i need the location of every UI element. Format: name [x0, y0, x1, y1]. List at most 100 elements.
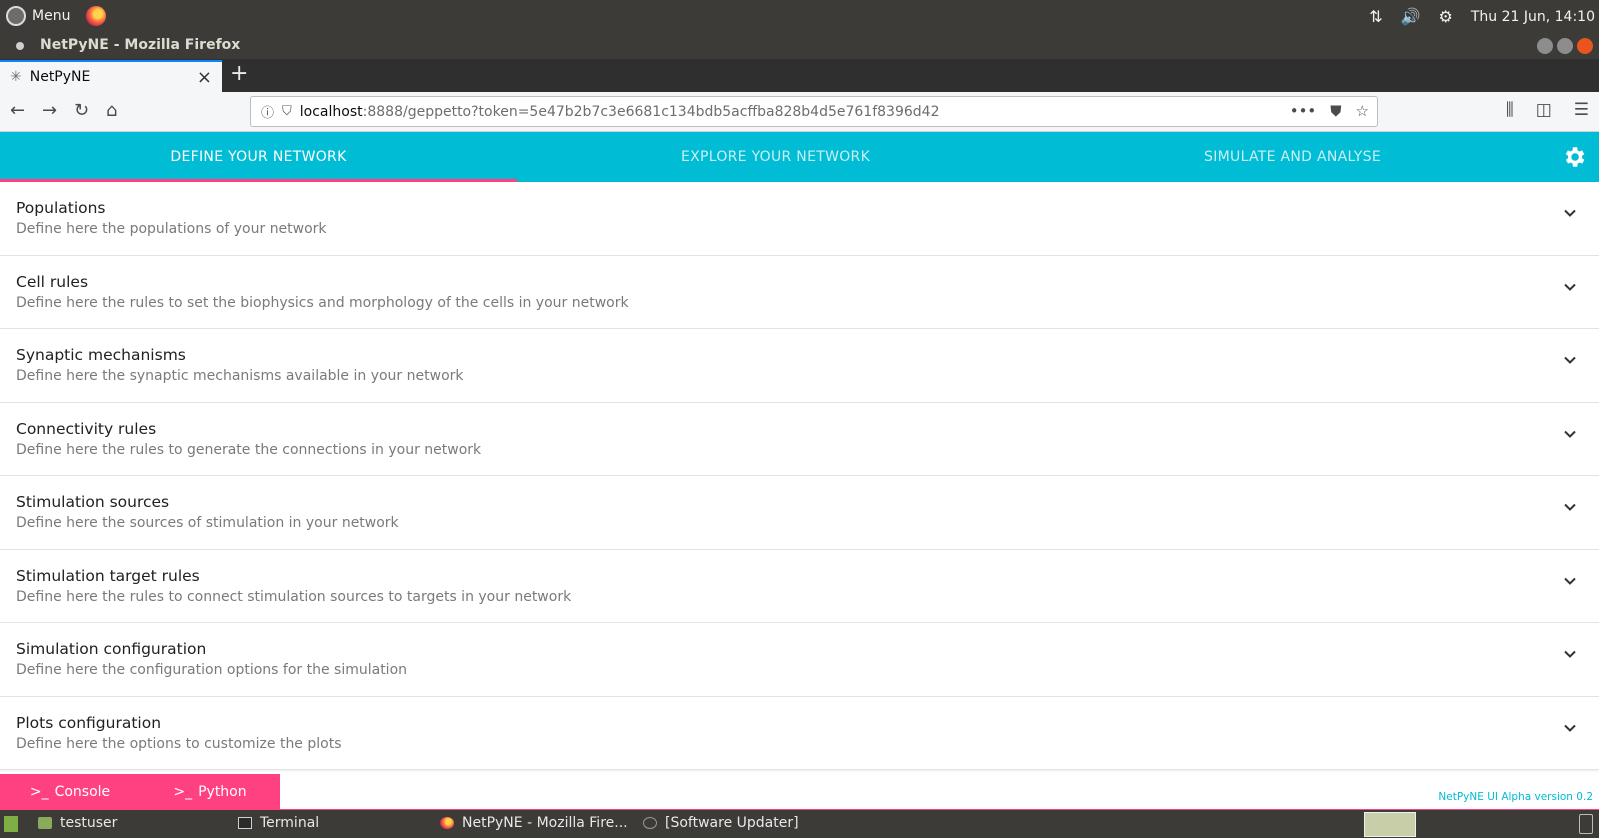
panel-subtitle: Define here the sources of stimulation i…	[16, 515, 399, 531]
taskbar-item-label: Terminal	[260, 815, 320, 831]
panel-cell-rules[interactable]: Cell rules Define here the rules to set …	[0, 255, 1599, 329]
show-desktop-icon[interactable]	[4, 816, 18, 832]
panel-subtitle: Define here the options to customize the…	[16, 735, 342, 752]
tab-explore-network[interactable]: EXPLORE YOUR NETWORK	[517, 132, 1034, 182]
page-actions-icon[interactable]: •••	[1290, 102, 1317, 120]
panel-title: Cell rules	[16, 272, 89, 291]
system-tray: ⇅ 🔊 ⚙ Thu 21 Jun, 14:10	[1369, 7, 1595, 26]
define-network-panel-list: Populations Define here the populations …	[0, 182, 1599, 770]
panel-subtitle: Define here the rules to generate the co…	[16, 441, 482, 458]
terminal-prompt-icon: >_	[173, 783, 193, 800]
chevron-down-icon[interactable]	[1563, 647, 1577, 661]
panel-title: Populations	[16, 199, 106, 217]
back-arrow-icon[interactable]: ←	[10, 100, 25, 121]
console-label: Console	[54, 783, 111, 800]
chevron-down-icon[interactable]	[1563, 353, 1577, 367]
terminal-icon	[238, 817, 252, 829]
browser-tab[interactable]: ✳ NetPyNE ×	[0, 60, 222, 92]
trash-icon[interactable]	[1579, 814, 1593, 834]
minimize-icon[interactable]	[1537, 38, 1553, 54]
panel-subtitle: Define here the rules to connect stimula…	[16, 588, 572, 605]
browser-tab-title: NetPyNE	[29, 69, 91, 85]
window-controls	[1537, 38, 1593, 54]
panel-connectivity-rules[interactable]: Connectivity rules Define here the rules…	[0, 402, 1599, 476]
console-button[interactable]: >_ Console	[0, 774, 140, 809]
panel-stimulation-sources[interactable]: Stimulation sources Define here the sour…	[0, 476, 1599, 550]
panel-title: Simulation configuration	[16, 640, 207, 658]
browser-toolbar-right: ⫼ ◫ ☰	[1506, 100, 1589, 120]
url-path: :8888/geppetto?token=5e47b2b7c3e6681c134…	[362, 103, 940, 120]
chevron-down-icon[interactable]	[1563, 280, 1577, 294]
browser-tab-strip: ✳ NetPyNE × +	[0, 59, 1599, 92]
panel-title: Plots configuration	[16, 713, 162, 732]
panel-title: Stimulation target rules	[16, 566, 200, 585]
netpyne-favicon-icon: ✳	[10, 69, 22, 85]
firefox-launcher-icon[interactable]	[86, 6, 107, 26]
window-title: NetPyNE - Mozilla Firefox	[40, 37, 241, 53]
tracking-shield-icon[interactable]: ⛉	[282, 104, 292, 119]
python-button[interactable]: >_ Python	[140, 774, 280, 809]
volume-icon[interactable]: 🔊	[1401, 7, 1421, 26]
browser-nav-bar: ← → ↻ ⌂ ⓘ ⛉ localhost :8888/geppetto?tok…	[0, 92, 1599, 132]
maximize-icon[interactable]	[1557, 38, 1573, 54]
taskbar-item-testuser[interactable]: testuser	[38, 815, 117, 831]
close-window-icon[interactable]	[1577, 38, 1593, 54]
chevron-down-icon[interactable]	[1563, 721, 1577, 735]
sidebar-icon[interactable]: ◫	[1536, 100, 1552, 120]
panel-synaptic-mechanisms[interactable]: Synaptic mechanisms Define here the syna…	[0, 329, 1599, 403]
panel-title: Synaptic mechanisms	[16, 346, 186, 364]
panel-title: Connectivity rules	[16, 419, 157, 438]
version-label: NetPyNE UI Alpha version 0.2	[1438, 791, 1593, 803]
app-header-tabs: DEFINE YOUR NETWORK EXPLORE YOUR NETWORK…	[0, 132, 1599, 182]
folder-icon	[38, 817, 52, 829]
taskbar-item-terminal[interactable]: Terminal	[238, 815, 319, 831]
panel-subtitle: Define here the populations of your netw…	[16, 221, 327, 237]
new-tab-icon[interactable]: +	[230, 61, 248, 86]
settings-gear-icon[interactable]	[1561, 144, 1587, 170]
window-title-bar: NetPyNE - Mozilla Firefox	[0, 33, 1599, 59]
panel-plots-configuration[interactable]: Plots configuration Define here the opti…	[0, 696, 1599, 770]
panel-subtitle: Define here the rules to set the biophys…	[16, 294, 629, 311]
firefox-icon	[440, 817, 454, 829]
system-menu-button[interactable]: Menu	[6, 6, 107, 26]
url-actions: ••• ⛊ ☆	[1290, 102, 1369, 120]
terminal-prompt-icon: >_	[29, 783, 49, 800]
chevron-down-icon[interactable]	[1563, 427, 1577, 441]
tab-define-network[interactable]: DEFINE YOUR NETWORK	[0, 132, 517, 182]
panel-populations[interactable]: Populations Define here the populations …	[0, 182, 1599, 256]
workspace-switcher[interactable]	[1364, 812, 1416, 837]
pocket-icon[interactable]: ⛊	[1330, 102, 1341, 120]
ubuntu-logo-icon	[6, 6, 26, 26]
taskbar-item-firefox[interactable]: NetPyNE - Mozilla Fire...	[440, 815, 628, 831]
chevron-down-icon[interactable]	[1563, 206, 1577, 220]
clock-datetime[interactable]: Thu 21 Jun, 14:10	[1471, 9, 1595, 25]
python-label: Python	[198, 783, 247, 800]
site-info-icon[interactable]: ⓘ	[261, 102, 274, 121]
panel-title: Stimulation sources	[16, 493, 170, 511]
os-taskbar: testuser Terminal NetPyNE - Mozilla Fire…	[0, 809, 1599, 838]
console-drawer-bar: >_ Console >_ Python	[0, 774, 280, 809]
taskbar-item-software-updater[interactable]: [Software Updater]	[643, 815, 799, 831]
power-settings-icon[interactable]: ⚙	[1439, 7, 1453, 26]
bookmark-star-icon[interactable]: ☆	[1356, 102, 1369, 120]
chevron-down-icon[interactable]	[1563, 574, 1577, 588]
chevron-down-icon[interactable]	[1563, 500, 1577, 514]
network-icon[interactable]: ⇅	[1369, 7, 1382, 26]
panel-stimulation-target-rules[interactable]: Stimulation target rules Define here the…	[0, 549, 1599, 623]
forward-arrow-icon[interactable]: →	[42, 100, 57, 121]
tab-simulate-analyse[interactable]: SIMULATE AND ANALYSE	[1034, 132, 1551, 182]
system-top-panel: Menu ⇅ 🔊 ⚙ Thu 21 Jun, 14:10	[0, 0, 1599, 33]
window-indicator-icon	[16, 42, 24, 50]
hamburger-menu-icon[interactable]: ☰	[1574, 100, 1589, 120]
panel-subtitle: Define here the configuration options fo…	[16, 662, 408, 678]
panel-subtitle: Define here the synaptic mechanisms avai…	[16, 368, 464, 384]
home-icon[interactable]: ⌂	[106, 100, 117, 121]
taskbar-item-label: testuser	[60, 815, 118, 831]
library-icon[interactable]: ⫼	[1506, 100, 1514, 120]
panel-simulation-configuration[interactable]: Simulation configuration Define here the…	[0, 623, 1599, 697]
close-tab-icon[interactable]: ×	[197, 67, 212, 88]
taskbar-item-label: [Software Updater]	[665, 815, 799, 831]
taskbar-item-label: NetPyNE - Mozilla Fire...	[462, 815, 628, 831]
reload-icon[interactable]: ↻	[74, 100, 89, 121]
url-bar[interactable]: ⓘ ⛉ localhost :8888/geppetto?token=5e47b…	[250, 96, 1378, 127]
